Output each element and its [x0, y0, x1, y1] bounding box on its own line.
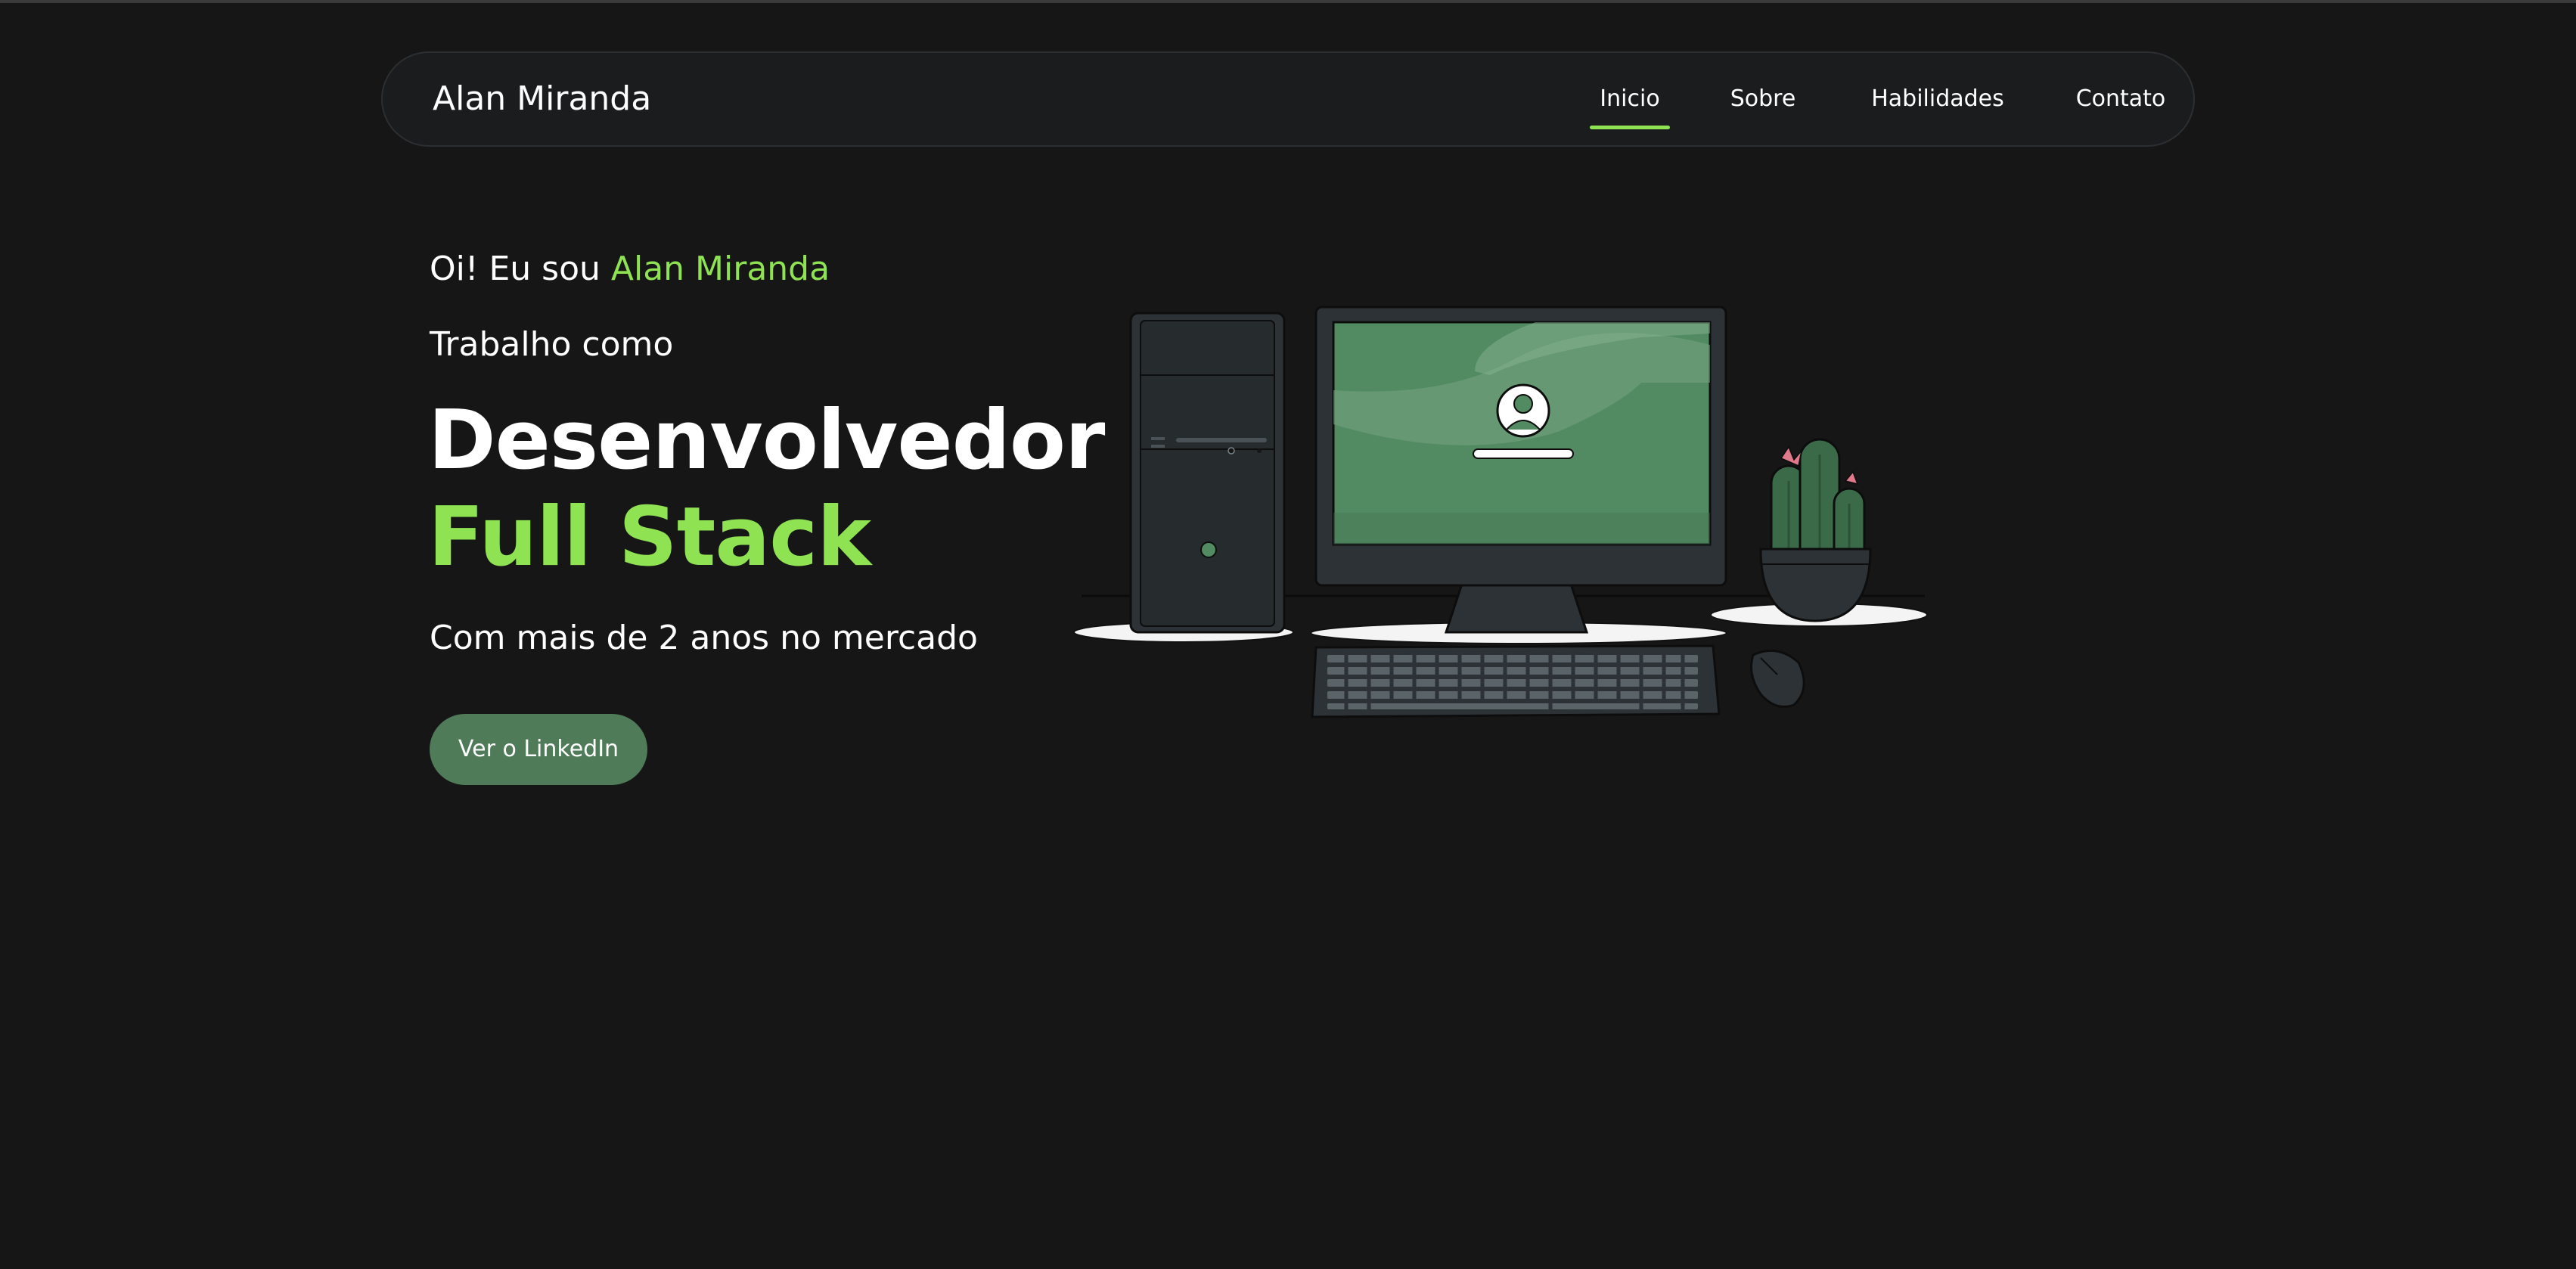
nav-item-contato[interactable]: Contato — [2053, 53, 2189, 145]
cactus-plant-icon — [1710, 438, 1928, 627]
keyboard-icon — [1311, 644, 1721, 718]
computer-desk-illustration — [1073, 306, 1928, 718]
hero-role-line-2: Full Stack — [428, 490, 871, 585]
mouse-icon — [1750, 649, 1805, 708]
hero-experience: Com mais de 2 anos no mercado — [430, 619, 978, 657]
window-top-border — [0, 0, 2576, 3]
navbar: Alan Miranda Inicio Sobre Habilidades Co… — [381, 51, 2195, 147]
hero-works-as: Trabalho como — [430, 325, 674, 364]
hero-role-line-1: Desenvolvedor — [428, 393, 1105, 488]
nav-item-sobre[interactable]: Sobre — [1721, 53, 1805, 145]
monitor-icon — [1310, 306, 1727, 644]
nav-item-habilidades[interactable]: Habilidades — [1856, 53, 2019, 145]
hero-greeting: Oi! Eu sou Alan Miranda — [430, 247, 830, 292]
pc-tower-icon — [1073, 312, 1294, 643]
nav-active-indicator — [1590, 126, 1670, 129]
brand-name[interactable]: Alan Miranda — [433, 53, 651, 145]
nav-item-inicio[interactable]: Inicio — [1590, 53, 1670, 145]
greeting-prefix: Oi! Eu sou — [430, 250, 601, 288]
greeting-name: Alan Miranda — [610, 250, 830, 288]
linkedin-button[interactable]: Ver o LinkedIn — [430, 714, 647, 785]
